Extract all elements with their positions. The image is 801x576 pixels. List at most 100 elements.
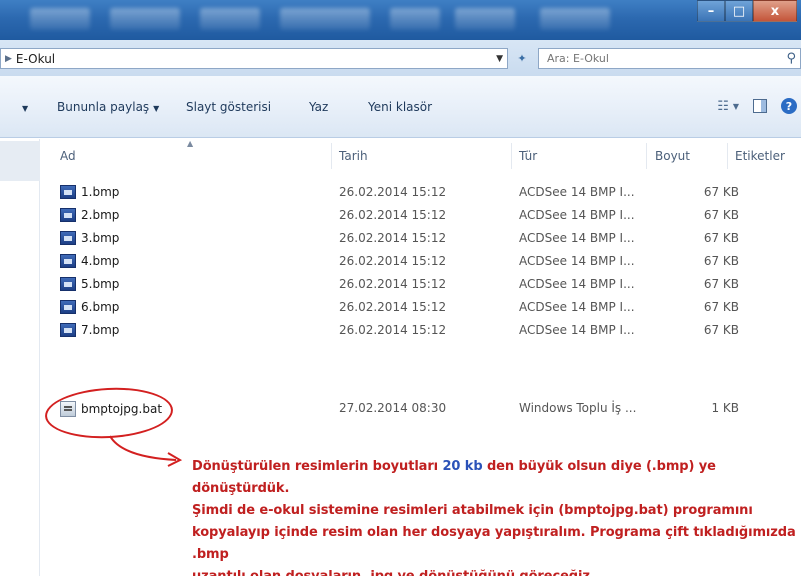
column-header-type[interactable]: Tür [519,149,537,163]
minimize-button[interactable]: – [697,0,725,22]
file-date: 26.02.2014 15:12 [339,231,447,245]
file-date: 26.02.2014 15:12 [339,185,447,199]
file-size: 67 KB [703,185,739,199]
close-button[interactable]: x [753,0,797,22]
annotation-text-part: (.bmp) [645,459,695,474]
column-divider[interactable] [646,143,647,169]
column-divider[interactable] [727,143,728,169]
navigation-pane[interactable] [0,139,40,576]
taskbar-blur [390,8,440,30]
search-icon[interactable]: ⚲ [786,51,796,66]
file-type: ACDSee 14 BMP I... [519,300,635,314]
file-row[interactable]: 5.bmp 26.02.2014 15:12 ACDSee 14 BMP I..… [41,274,801,296]
taskbar-blur [455,8,515,30]
column-header-date[interactable]: Tarih [339,149,368,163]
view-options-icon[interactable]: ☷ ▼ [717,99,739,114]
file-name: 6.bmp [81,300,120,314]
file-name-cell[interactable]: 1.bmp [60,185,119,199]
file-name: 2.bmp [81,208,120,222]
file-size: 67 KB [703,231,739,245]
window-controls: – □ x [697,0,797,22]
new-folder-button[interactable]: Yeni klasör [368,100,432,114]
bmp-file-icon [60,300,76,314]
annotation-text-part: den büyük olsun diye [482,459,646,474]
taskbar-blur [540,8,610,30]
annotation-line-4: uzantılı olan dosyaların .jpg ye dönüştü… [192,566,801,576]
taskbar-blur [110,8,180,30]
slideshow-button[interactable]: Slayt gösterisi [186,100,271,114]
column-headers: ▲ Ad Tarih Tür Boyut Etiketler [41,139,801,173]
navigation-pane-selected-item[interactable] [0,141,40,181]
taskbar-blur [280,8,370,30]
sort-ascending-icon: ▲ [187,139,194,148]
file-row[interactable]: 4.bmp 26.02.2014 15:12 ACDSee 14 BMP I..… [41,251,801,273]
search-input[interactable] [547,52,767,65]
bmp-file-icon [60,208,76,222]
file-date: 26.02.2014 15:12 [339,277,447,291]
address-bar[interactable]: ▶ E-Okul ▼ [0,48,508,69]
preview-pane-icon[interactable] [753,99,767,113]
file-name-cell[interactable]: 5.bmp [60,277,119,291]
refresh-icon[interactable]: ✦ [511,48,533,69]
command-bar: ▼ Bununla paylaş ▼ Slayt gösterisi Yaz Ye… [0,76,801,138]
toolbar-icons: ☷ ▼ ? [717,98,797,114]
file-type: ACDSee 14 BMP I... [519,254,635,268]
annotation-text-part: Dönüştürülen resimlerin boyutları [192,459,443,474]
file-name-cell[interactable]: 4.bmp [60,254,119,268]
bmp-file-icon [60,254,76,268]
breadcrumb-arrow-icon[interactable]: ▶ [5,54,12,64]
help-icon[interactable]: ? [781,98,797,114]
file-row[interactable]: 1.bmp 26.02.2014 15:12 ACDSee 14 BMP I..… [41,182,801,204]
annotation-line-3: kopyalayıp içinde resim olan her dosyaya… [192,525,796,562]
file-name: 7.bmp [81,323,120,337]
share-button[interactable]: Bununla paylaş ▼ [57,100,159,114]
file-type: ACDSee 14 BMP I... [519,185,635,199]
bmp-file-icon [60,323,76,337]
file-row[interactable]: 2.bmp 26.02.2014 15:12 ACDSee 14 BMP I..… [41,205,801,227]
address-path[interactable]: E-Okul [16,52,55,66]
file-type: ACDSee 14 BMP I... [519,231,635,245]
bmp-file-icon [60,185,76,199]
file-row[interactable]: 3.bmp 26.02.2014 15:12 ACDSee 14 BMP I..… [41,228,801,250]
file-name-cell[interactable]: 3.bmp [60,231,119,245]
file-date: 26.02.2014 15:12 [339,254,447,268]
file-type: Windows Toplu İş ... [519,401,637,415]
column-header-size[interactable]: Boyut [655,149,690,163]
file-name: 1.bmp [81,185,120,199]
organize-dropdown-icon[interactable]: ▼ [18,100,28,114]
share-button-label: Bununla paylaş [57,100,150,114]
annotation-line-2: Şimdi de e-okul sistemine resimleri atab… [192,503,753,518]
file-name: 4.bmp [81,254,120,268]
file-size: 67 KB [703,323,739,337]
file-name-cell[interactable]: 7.bmp [60,323,119,337]
bmp-file-icon [60,277,76,291]
chevron-down-icon: ▼ [153,104,160,113]
file-date: 26.02.2014 15:12 [339,300,447,314]
chevron-down-icon[interactable]: ▼ [496,54,503,64]
file-size: 67 KB [703,254,739,268]
maximize-button[interactable]: □ [725,0,753,22]
address-row: ▶ E-Okul ▼ ✦ ⚲ [0,40,801,76]
column-header-tags[interactable]: Etiketler [735,149,785,163]
annotation-circle [43,384,175,442]
taskbar-blur [30,8,90,30]
taskbar-blur [200,8,260,30]
file-date: 26.02.2014 15:12 [339,323,447,337]
column-divider[interactable] [331,143,332,169]
annotation-highlight: 20 kb [442,459,483,474]
print-button[interactable]: Yaz [309,100,328,114]
file-type: ACDSee 14 BMP I... [519,277,635,291]
file-date: 26.02.2014 15:12 [339,208,447,222]
file-name-cell[interactable]: 2.bmp [60,208,119,222]
file-size: 67 KB [703,277,739,291]
column-header-name[interactable]: Ad [60,149,76,163]
file-row[interactable]: 7.bmp 26.02.2014 15:12 ACDSee 14 BMP I..… [41,320,801,342]
search-box[interactable]: ⚲ [538,48,801,69]
column-divider[interactable] [511,143,512,169]
file-name: 3.bmp [81,231,120,245]
file-name: 5.bmp [81,277,120,291]
file-size: 67 KB [703,208,739,222]
file-name-cell[interactable]: 6.bmp [60,300,119,314]
annotation-text: Dönüştürülen resimlerin boyutları 20 kb … [192,456,801,576]
file-row[interactable]: 6.bmp 26.02.2014 15:12 ACDSee 14 BMP I..… [41,297,801,319]
